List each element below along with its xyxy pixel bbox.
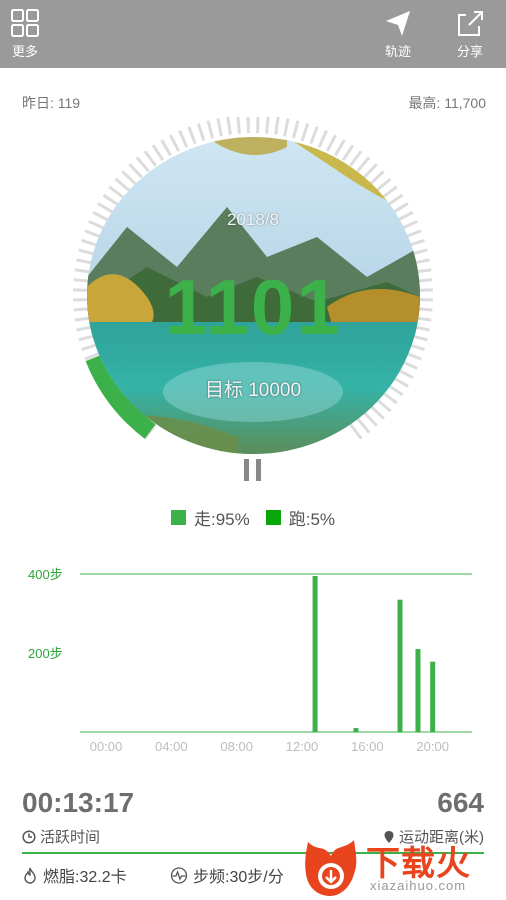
dial-tick (135, 156, 150, 173)
legend-walk: 走:95% (170, 505, 250, 530)
step-count: 1101 (164, 263, 342, 351)
chart-svg: 400步 200步 00:00 04:00 08:00 12:00 16:00 20:00 (28, 567, 472, 754)
x-tick-label: 08:00 (220, 739, 253, 754)
hourly-step-chart: 400步 200步 00:00 04:00 08:00 12:00 16:00 20:00 (0, 555, 506, 765)
share-button[interactable]: 分享 (454, 8, 486, 60)
dial-tick (381, 185, 398, 199)
x-tick-label: 20:00 (416, 739, 449, 754)
goal-label: 目标 10000 (204, 380, 302, 401)
watermark-logo: 下载火 xiazaihuo.com (298, 834, 506, 900)
distance-value: 664 (437, 787, 484, 818)
dial-tick (128, 163, 143, 179)
run-swatch (265, 510, 281, 525)
y-tick-label: 400步 (28, 567, 63, 582)
dial-tick (356, 156, 371, 173)
flame-logo-icon (305, 840, 357, 896)
dial-tick (143, 150, 157, 167)
active-time-caption: 活跃时间 (22, 826, 100, 847)
dial-tick (102, 193, 120, 207)
dial-tick (309, 126, 319, 145)
dial-tick (363, 411, 378, 427)
fat-burn-stat: 燃脂:32.2卡 (22, 863, 127, 887)
dial-tick (114, 177, 131, 192)
grid-icon (11, 9, 39, 37)
cadence-value: 步频:30步/分 (193, 869, 284, 886)
pulse-icon (170, 866, 188, 884)
dial-tick (349, 150, 363, 167)
dial-tick (386, 193, 404, 207)
track-button[interactable]: 轨迹 (382, 8, 414, 60)
walk-label: 走:95% (193, 510, 250, 529)
active-time-label: 活跃时间 (40, 829, 101, 846)
dial-tick (363, 163, 378, 179)
walk-swatch (170, 510, 186, 525)
more-label: 更多 (11, 44, 38, 59)
pause-icon (244, 459, 249, 481)
dial-tick (256, 117, 260, 134)
dial-tick (349, 423, 363, 440)
chart-bar (430, 661, 436, 732)
dial-tick (169, 134, 180, 152)
chart-legend: 走:95% 跑:5% (0, 505, 506, 530)
dial-tick (333, 139, 346, 157)
dial-tick (178, 130, 189, 148)
x-tick-label: 04:00 (155, 739, 188, 754)
dial-tick (292, 120, 300, 139)
share-label: 分享 (456, 44, 483, 59)
dial-tick (300, 123, 310, 142)
dial-tick (160, 139, 173, 157)
chart-bar (353, 728, 359, 732)
dial-tick (151, 144, 165, 162)
date-label: 2018/8 (227, 210, 279, 229)
watermark-url: xiazaihuo.com (370, 878, 467, 893)
dial-tick (246, 117, 250, 134)
dial-tick (274, 117, 280, 135)
dial-tick (369, 170, 385, 185)
chart-bar (415, 649, 421, 732)
share-icon (458, 11, 483, 36)
dial-tick (187, 126, 197, 145)
legend-run: 跑:5% (265, 505, 336, 530)
dial-tick (206, 120, 214, 139)
flame-icon (24, 867, 36, 884)
dial-tick (375, 177, 392, 192)
clock-icon (22, 829, 36, 844)
dial-tick (326, 134, 337, 152)
dial-tick (236, 117, 241, 134)
dial-tick (216, 118, 223, 137)
x-tick-label: 12:00 (286, 739, 319, 754)
dial-tick (226, 117, 232, 135)
run-label: 跑:5% (288, 510, 336, 529)
dial-tick (265, 117, 270, 134)
fat-burn-value: 燃脂:32.2卡 (43, 869, 127, 886)
navigation-arrow-icon (386, 11, 410, 36)
dial-tick (317, 130, 328, 148)
track-label: 轨迹 (384, 44, 411, 59)
yesterday-steps: 昨日: 119 (22, 95, 81, 111)
dial-tick (108, 185, 125, 199)
more-button[interactable]: 更多 (10, 8, 40, 60)
chart-bar (312, 575, 318, 732)
dial-tick (196, 123, 206, 142)
pause-button[interactable] (242, 459, 266, 483)
dial-tick (369, 405, 385, 420)
active-time-value: 00:13:17 (22, 787, 135, 818)
cadence-stat: 步频:30步/分 (170, 863, 284, 887)
dial-tick (356, 417, 371, 434)
top-bar: 更多 轨迹 分享 (0, 0, 506, 68)
dial-tick (121, 170, 137, 185)
y-tick-label: 200步 (28, 646, 63, 661)
best-steps: 最高: 11,700 (408, 95, 486, 111)
x-tick-label: 00:00 (90, 739, 123, 754)
chart-bar (397, 599, 403, 732)
x-tick-label: 16:00 (351, 739, 384, 754)
dial-tick (283, 118, 290, 137)
dial-tick (341, 144, 355, 162)
